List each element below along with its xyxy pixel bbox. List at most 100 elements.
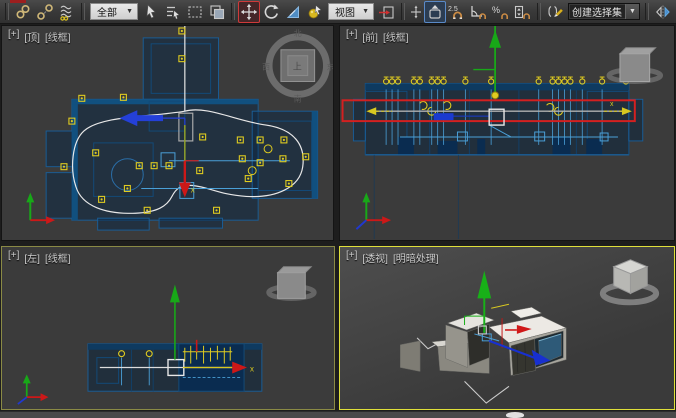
svg-text:x: x	[191, 185, 195, 194]
select-by-name-button[interactable]	[162, 1, 184, 23]
move-arrows-icon	[240, 3, 258, 21]
viewport-menu-general[interactable]: [+]	[346, 29, 357, 44]
viewport-menu-shading[interactable]: [线框]	[383, 29, 409, 44]
viewport-top-label: [+] [顶] [线框]	[8, 29, 71, 44]
angle-magnet-icon	[469, 3, 489, 21]
rectangular-selection-region-button[interactable]	[184, 1, 206, 23]
viewcube[interactable]	[609, 48, 661, 82]
viewport-menu-pov[interactable]: [顶]	[24, 29, 40, 44]
svg-text:东: 东	[327, 62, 333, 72]
svg-text:x: x	[610, 101, 614, 108]
keycap-up-icon	[426, 3, 444, 21]
edit-named-selection-sets-button[interactable]	[544, 1, 566, 23]
window-crossing-toggle-button[interactable]	[206, 1, 228, 23]
viewport-menu-general[interactable]: [+]	[8, 29, 19, 44]
percent-snap-toggle-button[interactable]: %	[490, 1, 512, 23]
select-and-link-button[interactable]	[12, 1, 34, 23]
viewport-left-label: [+] [左] [线框]	[8, 250, 71, 265]
chevron-down-icon[interactable]: ▼	[625, 4, 639, 19]
snap-25-magnet-icon: 2.5	[447, 3, 467, 21]
link-icon	[14, 3, 32, 21]
svg-text:x: x	[250, 364, 254, 373]
use-pivot-point-center-button[interactable]	[376, 1, 398, 23]
braces-pencil-icon	[546, 3, 564, 21]
viewport-left[interactable]: x [+] [左] [线框]	[1, 246, 335, 410]
space-warp-icon	[58, 3, 76, 21]
viewport-perspective-label: [+] [透视] [明暗处理]	[346, 250, 439, 265]
reference-coordinate-system-dropdown[interactable]: 视图 ▼	[328, 3, 374, 20]
viewport-area: x	[0, 24, 676, 411]
dashed-rect-icon	[186, 3, 204, 21]
manipulate-sphere-icon	[306, 3, 324, 21]
viewport-menu-shading[interactable]: [线框]	[45, 29, 71, 44]
scale-triangle-icon	[284, 3, 302, 21]
viewport-menu-pov[interactable]: [前]	[362, 29, 378, 44]
list-cursor-icon	[164, 3, 182, 21]
select-object-button[interactable]	[140, 1, 162, 23]
viewcube[interactable]: 北 西 东 南 上	[262, 29, 333, 103]
viewport-perspective[interactable]: [+] [透视] [明暗处理]	[339, 246, 675, 410]
selection-filter-dropdown[interactable]: 全部 ▼	[90, 3, 138, 20]
viewport-menu-general[interactable]: [+]	[346, 250, 357, 265]
spline-overflow-blob	[506, 412, 524, 418]
menu-remnant	[10, 0, 26, 3]
toolbar-divider	[5, 3, 9, 20]
viewport-top[interactable]: x	[1, 25, 334, 241]
toolbar-divider	[401, 3, 405, 20]
viewcube[interactable]	[603, 260, 656, 302]
select-and-manipulate-button[interactable]	[304, 1, 326, 23]
top-view-scene[interactable]: x	[2, 26, 333, 240]
mirror-button[interactable]	[652, 1, 674, 23]
3dsmax-window: 全部 ▼	[0, 0, 676, 418]
axis-tripod	[18, 374, 49, 404]
chevron-down-icon: ▼	[126, 8, 134, 15]
selection-filter-value: 全部	[94, 4, 126, 19]
front-view-scene[interactable]: x	[340, 26, 674, 240]
main-toolbar: 全部 ▼	[0, 0, 676, 24]
floorplan-walls	[46, 38, 317, 230]
keyboard-shortcut-override-button[interactable]	[424, 1, 446, 23]
viewcube[interactable]	[269, 267, 314, 299]
mirror-icon	[654, 3, 672, 21]
svg-text:北: 北	[294, 29, 302, 38]
coord-system-value: 视图	[332, 4, 362, 19]
viewport-menu-pov[interactable]: [左]	[24, 250, 40, 265]
spinner-snap-toggle-button[interactable]	[512, 1, 534, 23]
rotate-circle-icon	[262, 3, 280, 21]
viewport-menu-general[interactable]: [+]	[8, 250, 19, 265]
angle-snap-toggle-button[interactable]	[468, 1, 490, 23]
pivot-center-icon	[378, 3, 396, 21]
viewport-menu-shading[interactable]: [明暗处理]	[393, 250, 439, 265]
bind-to-space-warp-button[interactable]	[56, 1, 78, 23]
select-and-rotate-button[interactable]	[260, 1, 282, 23]
toolbar-divider	[81, 3, 85, 20]
viewport-front-label: [+] [前] [线框]	[346, 29, 409, 44]
percent-magnet-icon: %	[491, 3, 511, 21]
snaps-toggle-button[interactable]: 2.5	[446, 1, 468, 23]
left-view-scene[interactable]: x	[2, 247, 334, 409]
viewport-menu-shading[interactable]: [线框]	[45, 250, 71, 265]
select-and-scale-button[interactable]	[282, 1, 304, 23]
select-and-move-button[interactable]	[238, 1, 260, 23]
svg-text:南: 南	[294, 93, 302, 103]
unlink-selection-button[interactable]	[34, 1, 56, 23]
viewport-front[interactable]: x	[339, 25, 675, 241]
bottom-strip	[0, 411, 676, 418]
svg-text:西: 西	[262, 63, 270, 72]
perspective-scene[interactable]	[340, 247, 674, 409]
cursor-icon	[142, 3, 160, 21]
selection-center-icon	[409, 4, 423, 20]
chevron-down-icon: ▼	[362, 8, 370, 15]
toolbar-divider	[231, 3, 235, 20]
svg-text:上: 上	[293, 62, 302, 72]
toolbar-divider	[537, 3, 541, 20]
viewport-menu-pov[interactable]: [透视]	[362, 250, 388, 265]
broken-chain-icon	[36, 3, 54, 21]
axis-tripod	[356, 192, 391, 229]
named-sets-value: 创建选择集	[569, 4, 625, 19]
spinner-magnet-icon	[513, 3, 533, 21]
elevation-walls	[353, 83, 642, 239]
named-selection-sets-dropdown[interactable]: 创建选择集 ▼	[568, 3, 640, 20]
use-selection-center-button[interactable]	[408, 1, 424, 23]
window-crossing-icon	[208, 3, 226, 21]
